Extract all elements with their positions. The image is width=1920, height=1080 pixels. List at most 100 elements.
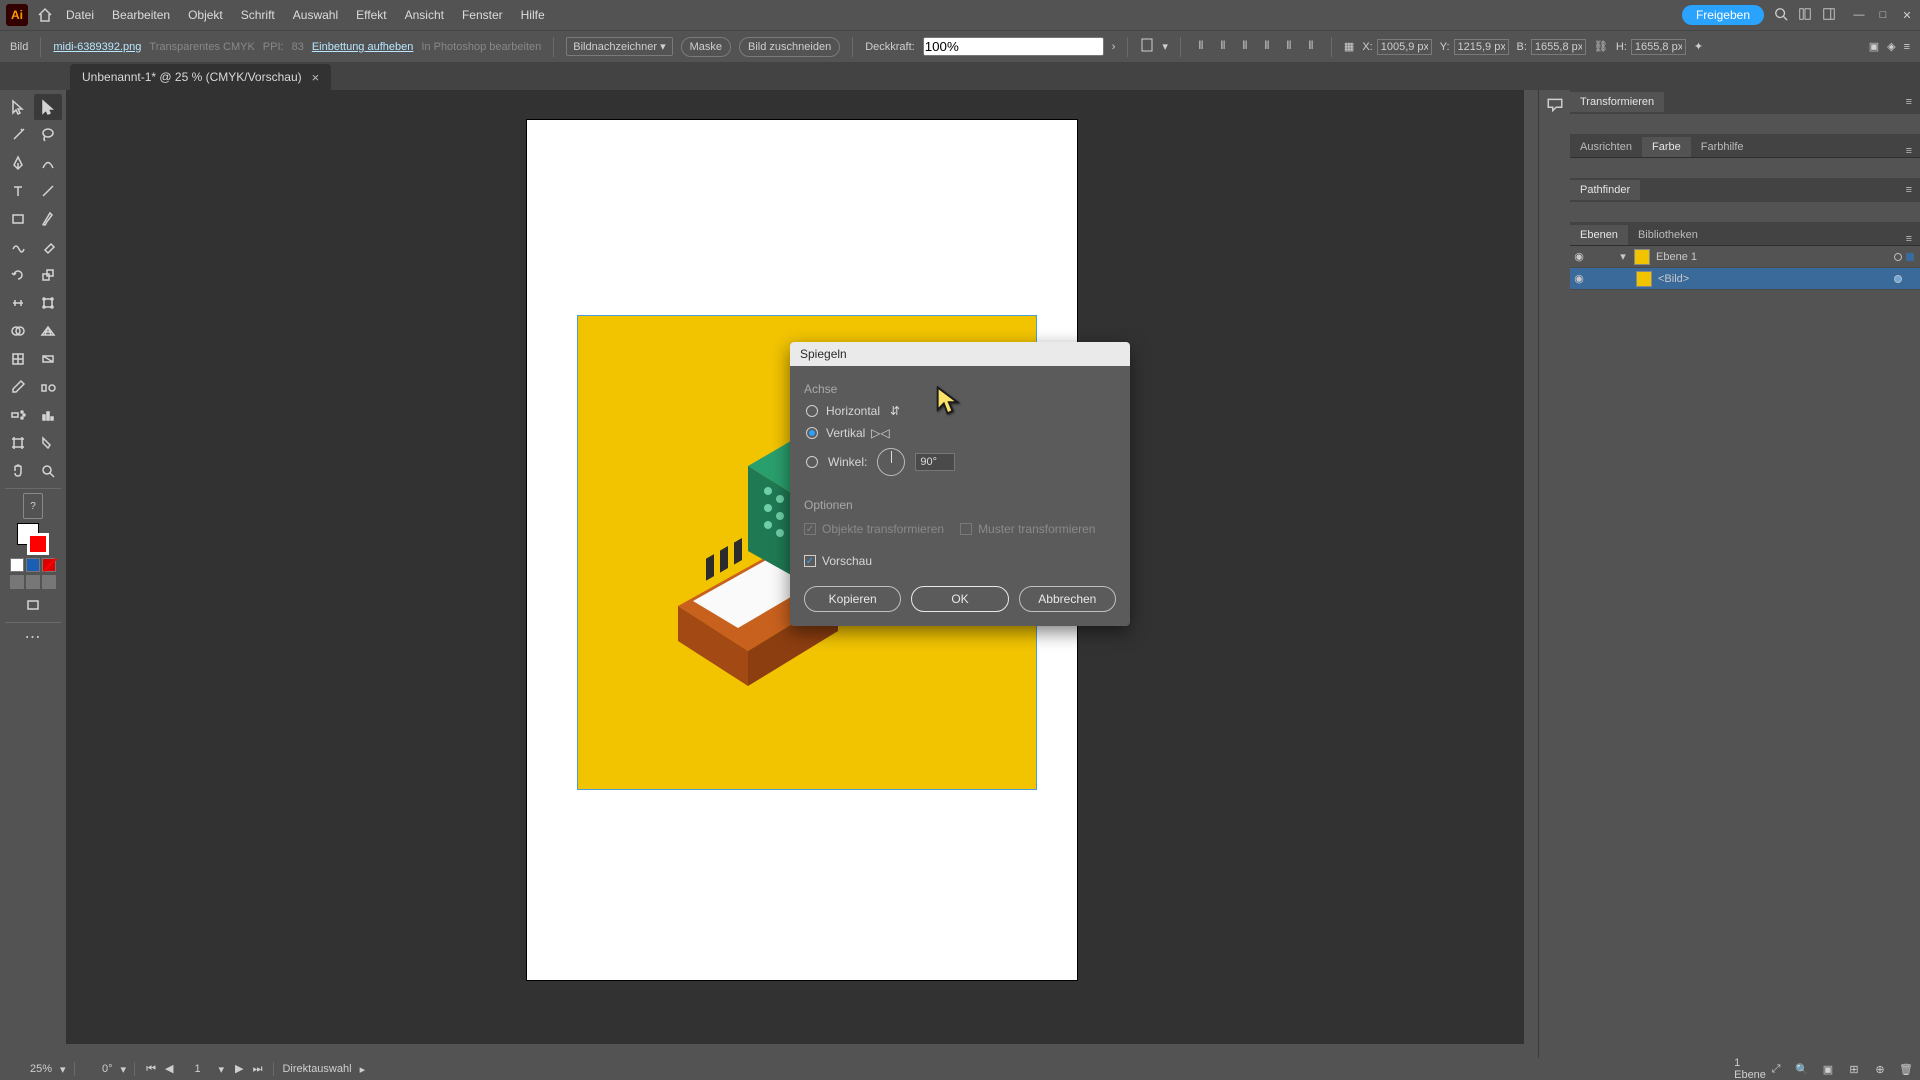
selection-tool-icon[interactable] bbox=[4, 94, 32, 120]
draw-behind-icon[interactable] bbox=[26, 575, 40, 589]
rotate-dropdown-icon[interactable]: ▾ bbox=[121, 1063, 127, 1076]
symbol-sprayer-tool-icon[interactable] bbox=[4, 402, 32, 428]
comments-panel-icon[interactable] bbox=[1546, 96, 1564, 117]
transform-panel-menu-icon[interactable]: ≡ bbox=[1898, 96, 1920, 108]
curvature-tool-icon[interactable] bbox=[34, 150, 62, 176]
draw-inside-icon[interactable] bbox=[42, 575, 56, 589]
gradient-mode-icon[interactable] bbox=[26, 558, 40, 572]
radio-icon[interactable] bbox=[806, 456, 818, 468]
libraries-tab[interactable]: Bibliotheken bbox=[1628, 225, 1708, 245]
artboard-tool-icon[interactable] bbox=[4, 430, 32, 456]
artboard-number-field[interactable] bbox=[185, 1063, 211, 1075]
slice-tool-icon[interactable] bbox=[34, 430, 62, 456]
cancel-button[interactable]: Abbrechen bbox=[1019, 586, 1116, 612]
menu-objekt[interactable]: Objekt bbox=[188, 8, 223, 22]
transform-tab[interactable]: Transformieren bbox=[1570, 92, 1664, 112]
window-minimize-icon[interactable]: ― bbox=[1852, 8, 1866, 22]
align-center-v-icon[interactable]: ⦀ bbox=[1281, 39, 1297, 55]
share-button[interactable]: Freigeben bbox=[1682, 5, 1764, 25]
image-trace-dropdown[interactable]: Bildnachzeichner ▾ bbox=[566, 37, 672, 56]
toggle-fill-stroke-help-icon[interactable]: ? bbox=[23, 493, 43, 519]
unembed-link[interactable]: Einbettung aufheben bbox=[312, 41, 414, 53]
rectangle-tool-icon[interactable] bbox=[4, 206, 32, 232]
arrange-docs-icon[interactable] bbox=[1798, 7, 1812, 24]
menu-effekt[interactable]: Effekt bbox=[356, 8, 386, 22]
visibility-toggle-icon[interactable]: ◉ bbox=[1570, 272, 1588, 285]
zoom-tool-icon[interactable] bbox=[34, 458, 62, 484]
preview-checkbox[interactable] bbox=[804, 555, 816, 567]
target-icon[interactable] bbox=[1894, 275, 1902, 283]
shape-properties-icon[interactable]: ✦ bbox=[1694, 40, 1703, 53]
ok-button[interactable]: OK bbox=[911, 586, 1008, 612]
direct-selection-tool-icon[interactable] bbox=[34, 94, 62, 120]
link-wh-icon[interactable]: ⛓ bbox=[1594, 40, 1608, 53]
radio-icon[interactable] bbox=[806, 405, 818, 417]
layer-row-ebene1[interactable]: ◉ ▾ Ebene 1 bbox=[1570, 246, 1920, 268]
crop-image-button[interactable]: Bild zuschneiden bbox=[739, 37, 840, 57]
document-tab[interactable]: Unbenannt-1* @ 25 % (CMYK/Vorschau) × bbox=[70, 64, 331, 90]
screen-mode-icon[interactable] bbox=[19, 592, 47, 618]
menu-bearbeiten[interactable]: Bearbeiten bbox=[112, 8, 170, 22]
h-field[interactable] bbox=[1631, 39, 1686, 55]
make-clipping-mask-icon[interactable]: ▣ bbox=[1820, 1061, 1836, 1077]
free-transform-tool-icon[interactable] bbox=[34, 290, 62, 316]
first-artboard-icon[interactable]: ⏮ bbox=[143, 1063, 159, 1075]
eraser-tool-icon[interactable] bbox=[34, 234, 62, 260]
eyedropper-tool-icon[interactable] bbox=[4, 374, 32, 400]
angle-wheel-icon[interactable] bbox=[877, 448, 905, 476]
blend-tool-icon[interactable] bbox=[34, 374, 62, 400]
menu-ansicht[interactable]: Ansicht bbox=[405, 8, 444, 22]
menu-hilfe[interactable]: Hilfe bbox=[521, 8, 545, 22]
close-tab-icon[interactable]: × bbox=[312, 70, 320, 85]
align-tab[interactable]: Ausrichten bbox=[1570, 137, 1642, 157]
menu-datei[interactable]: Datei bbox=[66, 8, 94, 22]
layer-name[interactable]: Ebene 1 bbox=[1656, 251, 1697, 263]
linked-file-name[interactable]: midi-6389392.png bbox=[53, 41, 141, 53]
new-layer-icon[interactable]: ⊕ bbox=[1872, 1061, 1888, 1077]
mesh-tool-icon[interactable] bbox=[4, 346, 32, 372]
magic-wand-tool-icon[interactable] bbox=[4, 122, 32, 148]
mask-button[interactable]: Maske bbox=[681, 37, 731, 57]
visibility-toggle-icon[interactable]: ◉ bbox=[1570, 250, 1588, 263]
type-tool-icon[interactable] bbox=[4, 178, 32, 204]
layer-name[interactable]: <Bild> bbox=[1658, 273, 1689, 285]
x-field[interactable] bbox=[1377, 39, 1432, 55]
axis-horizontal-radio[interactable]: Horizontal ⇵ bbox=[804, 404, 1116, 418]
menu-schrift[interactable]: Schrift bbox=[241, 8, 275, 22]
layers-tab[interactable]: Ebenen bbox=[1570, 225, 1628, 245]
column-graph-tool-icon[interactable] bbox=[34, 402, 62, 428]
menu-auswahl[interactable]: Auswahl bbox=[293, 8, 338, 22]
edit-toolbar-icon[interactable]: ⋯ bbox=[25, 627, 42, 647]
axis-vertical-radio[interactable]: Vertikal ▷◁ bbox=[804, 426, 1116, 440]
zoom-field[interactable] bbox=[6, 1063, 52, 1075]
align-right-icon[interactable]: ⦀ bbox=[1237, 39, 1253, 55]
y-field[interactable] bbox=[1454, 39, 1509, 55]
pen-tool-icon[interactable] bbox=[4, 150, 32, 176]
delete-layer-icon[interactable]: 🗑 bbox=[1898, 1061, 1914, 1077]
shaper-tool-icon[interactable] bbox=[4, 234, 32, 260]
hand-tool-icon[interactable] bbox=[4, 458, 32, 484]
horizontal-scrollbar[interactable] bbox=[66, 1044, 1538, 1058]
edit-inside-icon[interactable]: ◈ bbox=[1887, 40, 1895, 53]
width-tool-icon[interactable] bbox=[4, 290, 32, 316]
panel-menu-icon[interactable]: ≡ bbox=[1904, 41, 1910, 53]
scale-tool-icon[interactable] bbox=[34, 262, 62, 288]
search-icon[interactable] bbox=[1774, 7, 1788, 24]
align-top-icon[interactable]: ⦀ bbox=[1259, 39, 1275, 55]
zoom-dropdown-icon[interactable]: ▾ bbox=[60, 1063, 66, 1076]
fill-stroke-swatch[interactable] bbox=[17, 523, 49, 555]
line-tool-icon[interactable] bbox=[34, 178, 62, 204]
artboard-dropdown-icon[interactable]: ▾ bbox=[219, 1063, 225, 1076]
axis-angle-radio[interactable]: Winkel: bbox=[804, 448, 1116, 476]
dialog-title[interactable]: Spiegeln bbox=[790, 342, 1130, 366]
locate-object-icon[interactable]: ⤢ bbox=[1768, 1061, 1784, 1077]
stroke-swatch[interactable] bbox=[27, 533, 49, 555]
paintbrush-tool-icon[interactable] bbox=[34, 206, 62, 232]
doc-setup-icon[interactable] bbox=[1140, 38, 1154, 55]
prev-artboard-icon[interactable]: ◀ bbox=[162, 1063, 176, 1075]
draw-normal-icon[interactable] bbox=[10, 575, 24, 589]
angle-field[interactable] bbox=[915, 453, 955, 471]
color-tab[interactable]: Farbe bbox=[1642, 137, 1691, 157]
status-dropdown-icon[interactable]: ▸ bbox=[360, 1063, 366, 1076]
color-mode-icon[interactable] bbox=[10, 558, 24, 572]
